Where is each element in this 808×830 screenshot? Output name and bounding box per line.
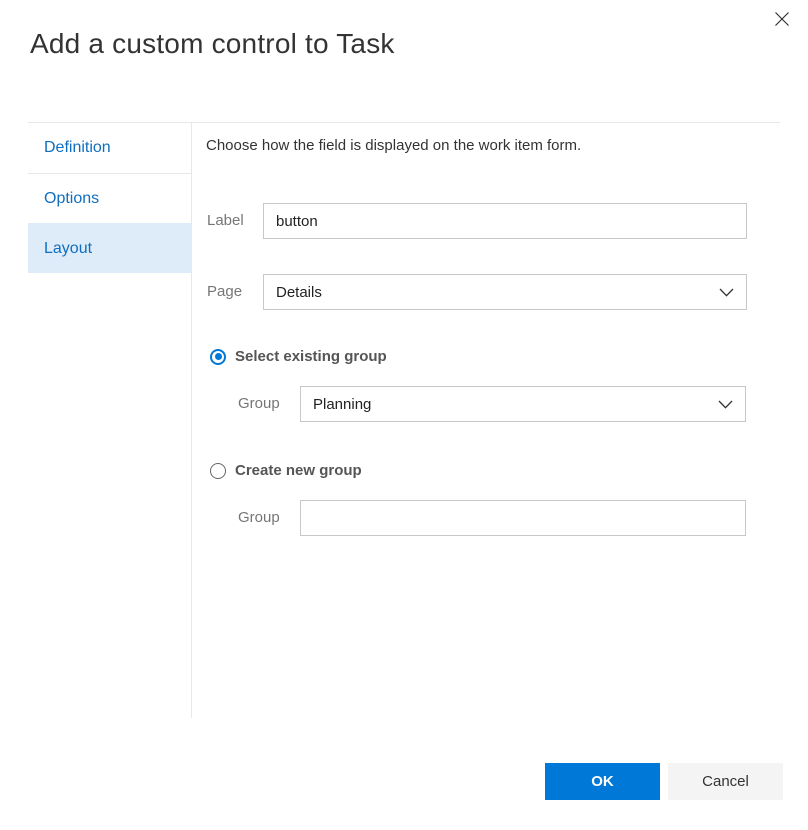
form-description: Choose how the field is displayed on the… bbox=[206, 137, 581, 154]
add-custom-control-dialog: { "dialog": { "title": "Add a custom con… bbox=[0, 0, 808, 830]
page-field-label: Page bbox=[207, 274, 242, 310]
close-icon bbox=[774, 11, 790, 27]
ok-button[interactable]: OK bbox=[545, 763, 660, 800]
new-group-radio-label: Create new group bbox=[235, 462, 362, 479]
radio-unselected-icon bbox=[210, 463, 226, 479]
existing-group-select-value: Planning bbox=[313, 396, 718, 413]
label-input[interactable] bbox=[263, 203, 747, 239]
page-title: Add a custom control to Task bbox=[30, 28, 395, 60]
existing-group-field-label: Group bbox=[238, 386, 280, 422]
new-group-radio[interactable]: Create new group bbox=[210, 462, 362, 479]
chevron-down-icon bbox=[719, 288, 734, 297]
new-group-input[interactable] bbox=[300, 500, 746, 536]
cancel-button[interactable]: Cancel bbox=[668, 763, 783, 800]
existing-group-radio-label: Select existing group bbox=[235, 348, 387, 365]
new-group-field-label: Group bbox=[238, 500, 280, 536]
existing-group-radio[interactable]: Select existing group bbox=[210, 348, 387, 365]
dialog-sidebar: Definition Options Layout bbox=[28, 123, 192, 718]
tab-layout[interactable]: Layout bbox=[28, 223, 191, 273]
tab-definition[interactable]: Definition bbox=[28, 123, 191, 173]
label-field-label: Label bbox=[207, 203, 244, 239]
radio-selected-icon bbox=[210, 349, 226, 365]
chevron-down-icon bbox=[718, 400, 733, 409]
existing-group-select[interactable]: Planning bbox=[300, 386, 746, 422]
tab-options[interactable]: Options bbox=[28, 173, 191, 223]
close-button[interactable] bbox=[770, 7, 794, 31]
page-select[interactable]: Details bbox=[263, 274, 747, 310]
page-select-value: Details bbox=[276, 284, 719, 301]
